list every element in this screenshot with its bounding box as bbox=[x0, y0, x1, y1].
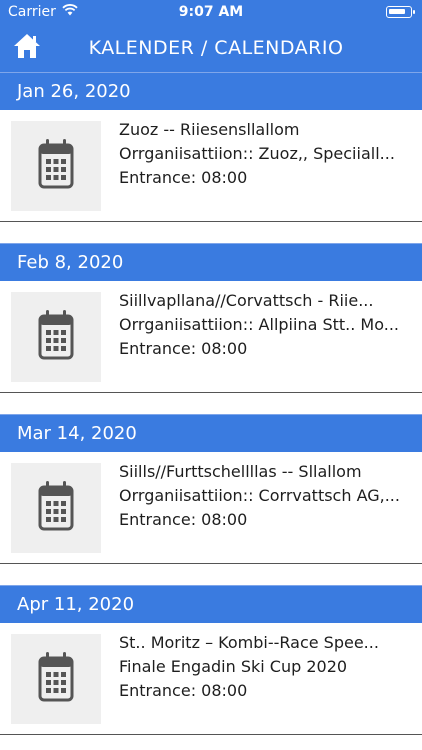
battery-icon bbox=[386, 6, 415, 18]
event-organisation: Orrganiisattiion:: Allpiina Stt.. Mo... bbox=[119, 315, 399, 334]
event-thumbnail bbox=[11, 292, 101, 382]
section-spacer bbox=[0, 564, 422, 585]
event-title: Siills//Furttschellllas -- Sllallom bbox=[119, 462, 362, 481]
section-spacer bbox=[0, 222, 422, 243]
event-text: Zuoz -- Riiesensllallom Orrganiisattiion… bbox=[119, 118, 401, 190]
event-entrance: Entrance: 08:00 bbox=[119, 681, 248, 700]
calendar-icon bbox=[38, 138, 74, 194]
event-organisation: Orrganiisattiion:: Zuoz,, Speciiall... bbox=[119, 144, 395, 163]
status-bar: Carrier 9:07 AM bbox=[0, 0, 422, 24]
event-title: St.. Moritz – Kombi--Race Spee... bbox=[119, 633, 379, 652]
event-list: Jan 26, 2020 Zuoz -- Riiesensllallom Orr… bbox=[0, 72, 422, 735]
home-button[interactable] bbox=[0, 24, 46, 72]
status-left: Carrier bbox=[8, 4, 78, 20]
event-row[interactable]: Siills//Furttschellllas -- Sllallom Orrg… bbox=[0, 452, 422, 564]
event-text: Siills//Furttschellllas -- Sllallom Orrg… bbox=[119, 460, 401, 532]
event-thumbnail bbox=[11, 463, 101, 553]
date-section-header: Feb 8, 2020 bbox=[0, 243, 422, 281]
carrier-label: Carrier bbox=[8, 4, 56, 20]
nav-bar: KALENDER / CALENDARIO bbox=[0, 24, 422, 72]
home-icon bbox=[13, 32, 41, 64]
date-section-header: Jan 26, 2020 bbox=[0, 72, 422, 110]
section-spacer bbox=[0, 393, 422, 414]
event-thumbnail bbox=[11, 121, 101, 211]
event-row[interactable]: St.. Moritz – Kombi--Race Spee... Finale… bbox=[0, 623, 422, 735]
date-section-header: Mar 14, 2020 bbox=[0, 414, 422, 452]
event-entrance: Entrance: 08:00 bbox=[119, 168, 248, 187]
event-entrance: Entrance: 08:00 bbox=[119, 339, 248, 358]
date-section-header: Apr 11, 2020 bbox=[0, 585, 422, 623]
calendar-icon bbox=[38, 480, 74, 536]
event-organisation: Orrganiisattiion:: Corrvattsch AG,... bbox=[119, 486, 400, 505]
event-thumbnail bbox=[11, 634, 101, 724]
event-entrance: Entrance: 08:00 bbox=[119, 510, 248, 529]
event-title: Siillvapllana//Corvattsch - Riie... bbox=[119, 291, 374, 310]
event-row[interactable]: Zuoz -- Riiesensllallom Orrganiisattiion… bbox=[0, 110, 422, 222]
page-title: KALENDER / CALENDARIO bbox=[88, 37, 344, 59]
calendar-icon bbox=[38, 309, 74, 365]
calendar-icon bbox=[38, 651, 74, 707]
wifi-icon bbox=[62, 4, 78, 20]
event-organisation: Finale Engadin Ski Cup 2020 bbox=[119, 657, 348, 676]
event-row[interactable]: Siillvapllana//Corvattsch - Riie... Orrg… bbox=[0, 281, 422, 393]
event-text: St.. Moritz – Kombi--Race Spee... Finale… bbox=[119, 631, 401, 703]
event-title: Zuoz -- Riiesensllallom bbox=[119, 120, 300, 139]
event-text: Siillvapllana//Corvattsch - Riie... Orrg… bbox=[119, 289, 401, 361]
